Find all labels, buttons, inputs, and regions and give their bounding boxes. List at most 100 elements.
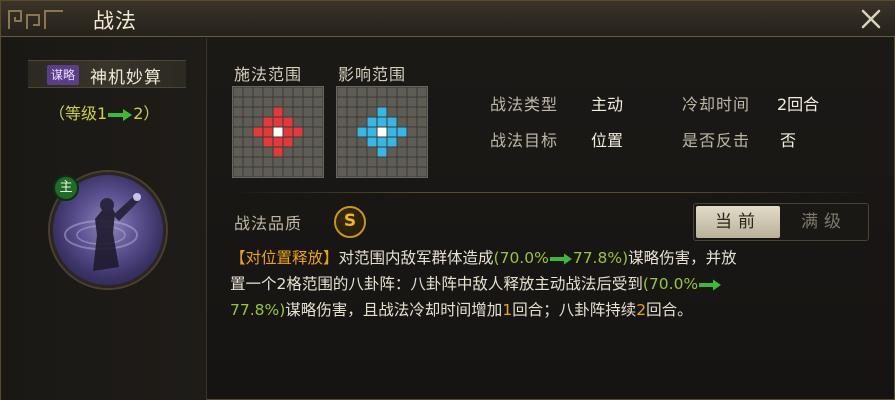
- grid-cell: [417, 97, 427, 107]
- grid-cell: [377, 87, 387, 97]
- damage-rate-current: (70.0%: [493, 249, 549, 267]
- grid-cell: [303, 157, 313, 167]
- grid-cell: [387, 87, 397, 97]
- grid-cell: [417, 157, 427, 167]
- arrow-right-icon: [699, 279, 722, 290]
- grid-cell: [337, 147, 347, 157]
- description-text: 谋略伤害，并放: [628, 249, 737, 267]
- grid-cell: [253, 147, 263, 157]
- grid-cell: [253, 137, 263, 147]
- grid-cell: [407, 97, 417, 107]
- grid-cell: [357, 147, 367, 157]
- skill-type-value: 主动: [591, 95, 624, 114]
- trap-duration: 2: [636, 301, 647, 319]
- grid-cell: [243, 87, 253, 97]
- grid-cell: [243, 167, 253, 177]
- grid-cell: [293, 117, 303, 127]
- grid-cell: [233, 127, 243, 137]
- grid-cell: [347, 167, 357, 177]
- grid-cell: [303, 127, 313, 137]
- close-icon[interactable]: [858, 6, 884, 32]
- grid-cell: [387, 97, 397, 107]
- grid-range-cell: [283, 127, 293, 137]
- title-bar: 战法: [1, 1, 895, 37]
- grid-cell: [243, 157, 253, 167]
- section-divider: [230, 192, 870, 193]
- grid-cell: [397, 137, 407, 147]
- grid-cell: [303, 147, 313, 157]
- title-ornament-icon: [8, 10, 63, 29]
- grid-cell: [313, 87, 323, 97]
- grid-range-cell: [387, 137, 397, 147]
- counter-attack-label: 是否反击: [682, 131, 751, 150]
- grid-cell: [397, 167, 407, 177]
- skill-name: 神机妙算: [90, 68, 162, 88]
- grid-cell: [313, 147, 323, 157]
- description-text: 回合。: [646, 301, 693, 319]
- grid-cell: [263, 97, 273, 107]
- grid-cell: [313, 137, 323, 147]
- grid-cell: [283, 87, 293, 97]
- grid-cell: [253, 87, 263, 97]
- grid-cell: [407, 167, 417, 177]
- grid-cell: [347, 157, 357, 167]
- grid-range-cell: [377, 147, 387, 157]
- grid-cell: [397, 117, 407, 127]
- counter-attack-value: 否: [780, 131, 797, 150]
- grid-cell: [233, 167, 243, 177]
- grid-cell: [397, 107, 407, 117]
- grid-cell: [397, 147, 407, 157]
- quality-grade-badge: S: [334, 206, 366, 238]
- grid-cell: [387, 107, 397, 117]
- grid-cell: [313, 127, 323, 137]
- grid-cell: [347, 137, 357, 147]
- grid-cell: [337, 87, 347, 97]
- grid-cell: [377, 97, 387, 107]
- current-level-tab[interactable]: 当前: [696, 206, 780, 238]
- grid-cell: [387, 147, 397, 157]
- grid-cell: [243, 117, 253, 127]
- grid-cell: [347, 127, 357, 137]
- grid-cell: [417, 117, 427, 127]
- grid-cell: [357, 97, 367, 107]
- grid-cell: [283, 107, 293, 117]
- grid-cell: [367, 147, 377, 157]
- grid-range-cell: [283, 117, 293, 127]
- grid-cell: [273, 157, 283, 167]
- grid-cell: [273, 87, 283, 97]
- grid-cell: [243, 127, 253, 137]
- grid-cell: [313, 97, 323, 107]
- grid-cell: [303, 87, 313, 97]
- range-grid-cells: [233, 87, 323, 177]
- grid-range-cell: [387, 127, 397, 137]
- skill-target-label: 战法目标: [490, 131, 559, 150]
- grid-cell: [337, 167, 347, 177]
- level-to: 2）: [133, 104, 160, 123]
- skill-summary-column: 谋略 神机妙算 （等级1 2） 主: [1, 38, 207, 400]
- grid-cell: [417, 147, 427, 157]
- grid-cell: [397, 97, 407, 107]
- skill-detail-panel: 战法 谋略 神机妙算 （等级1 2） 主 施法范围 影响范围 战法类型 主动 战…: [0, 0, 895, 400]
- description-text: 置一个2格范围的八卦阵：八卦阵中敌人释放主动战法后受到: [230, 275, 643, 293]
- grid-cell: [263, 107, 273, 117]
- grid-range-cell: [273, 137, 283, 147]
- grid-cell: [337, 137, 347, 147]
- max-level-tab[interactable]: 满级: [782, 206, 866, 238]
- grid-range-cell: [367, 117, 377, 127]
- grid-cell: [357, 117, 367, 127]
- description-line-3: 77.8%)谋略伤害，且战法冷却时间增加1回合；八卦阵持续2回合。: [230, 297, 870, 323]
- grid-cell: [263, 147, 273, 157]
- grid-cell: [293, 167, 303, 177]
- grid-cell: [367, 97, 377, 107]
- grid-cell: [243, 137, 253, 147]
- grid-cell: [303, 97, 313, 107]
- grid-cell: [253, 107, 263, 117]
- level-toggle: 当前 满级: [693, 203, 869, 241]
- grid-cell: [233, 137, 243, 147]
- grid-cell: [293, 87, 303, 97]
- grid-cell: [347, 147, 357, 157]
- grid-cell: [313, 107, 323, 117]
- skill-description: 【对位置释放】对范围内敌军群体造成(70.0% 77.8%)谋略伤害，并放 置一个…: [230, 245, 870, 335]
- grid-cell: [233, 157, 243, 167]
- grid-cell: [233, 107, 243, 117]
